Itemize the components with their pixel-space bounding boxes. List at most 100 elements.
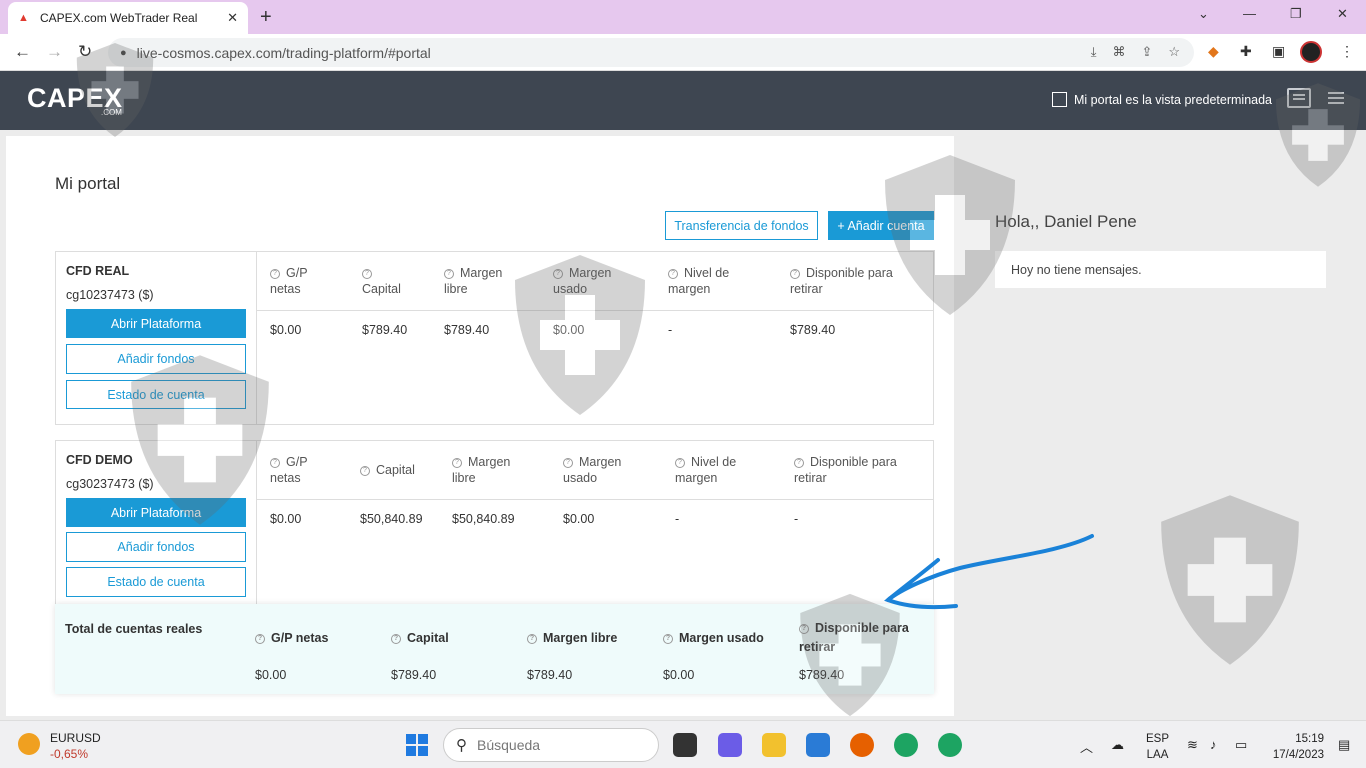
language-indicator[interactable]: ESP LAA — [1146, 731, 1169, 763]
side-panel-icon[interactable]: ▣ — [1272, 43, 1285, 60]
help-icon[interactable]: ? — [799, 624, 809, 634]
account-card-real: CFD REAL cg10237473 ($) Abrir Plataforma… — [55, 251, 934, 425]
taskbar-search[interactable]: ⚲ Búsqueda — [443, 728, 659, 762]
default-view-checkbox[interactable]: Mi portal es la vista predeterminada — [1052, 92, 1272, 107]
open-platform-button[interactable]: Abrir Plataforma — [66, 309, 246, 338]
help-icon[interactable]: ? — [444, 269, 454, 279]
forward-button[interactable]: → — [46, 42, 63, 62]
totals-value-capital: $789.40 — [391, 668, 437, 682]
add-funds-button[interactable]: Añadir fondos — [66, 532, 246, 562]
reload-button[interactable]: ↻ — [78, 42, 92, 62]
windows-taskbar: EURUSD -0,65% ⚲ Búsqueda ︿ ☁ ESP LAA ≋ ♪ … — [0, 720, 1366, 768]
extensions-puzzle-icon[interactable]: ✚ — [1240, 43, 1252, 60]
account-statement-button[interactable]: Estado de cuenta — [66, 380, 246, 409]
tray-overflow-icon[interactable]: ︿ — [1080, 737, 1093, 756]
tab-search-icon[interactable]: ⌄ — [1198, 6, 1209, 22]
install-app-icon[interactable]: ⤓ — [1091, 44, 1097, 60]
totals-header-capital: ? Capital — [391, 629, 449, 648]
restore-window-button[interactable]: ❐ — [1290, 6, 1302, 22]
help-icon[interactable]: ? — [794, 458, 804, 468]
totals-header-withdrawable: ? Disponible para retirar — [799, 621, 909, 654]
task-view-icon[interactable] — [673, 733, 697, 757]
address-bar[interactable]: ● live-cosmos.capex.com/trading-platform… — [108, 38, 1194, 67]
help-icon[interactable]: ? — [360, 466, 370, 476]
translate-icon[interactable]: ⌘ — [1112, 44, 1125, 60]
value-withdrawable: $789.40 — [790, 323, 836, 337]
close-window-button[interactable]: ✕ — [1337, 6, 1348, 22]
col-header-withdrawable: ? Disponible para retirar — [790, 266, 893, 296]
account-name: CFD REAL — [66, 264, 130, 278]
add-funds-button[interactable]: Añadir fondos — [66, 344, 246, 374]
col-header-gp: ? G/P netas — [270, 266, 308, 296]
help-icon[interactable]: ? — [270, 269, 280, 279]
back-button[interactable]: ← — [14, 42, 31, 62]
col-header-gp: ? G/P netas — [270, 455, 308, 485]
browser-tab[interactable]: ▲ CAPEX.com WebTrader Real ✕ — [8, 2, 248, 34]
help-icon[interactable]: ? — [270, 458, 280, 468]
tab-title: CAPEX.com WebTrader Real — [40, 11, 198, 25]
checkbox-box[interactable] — [1052, 92, 1067, 107]
account-statement-button[interactable]: Estado de cuenta — [66, 567, 246, 597]
help-icon[interactable]: ? — [391, 634, 401, 644]
totals-value-free-margin: $789.40 — [527, 668, 573, 682]
help-icon[interactable]: ? — [663, 634, 673, 644]
file-explorer-icon[interactable] — [762, 733, 786, 757]
add-account-button[interactable]: + Añadir cuenta — [828, 211, 934, 240]
browser-menu-icon[interactable]: ⋮ — [1340, 43, 1354, 60]
page-title: Mi portal — [55, 174, 121, 193]
account-metrics-header: ? G/P netas ? Capital ? Margen libre ? Marge… — [257, 441, 934, 500]
user-greeting: Hola,, Daniel Pene — [995, 212, 1137, 231]
value-gp: $0.00 — [270, 512, 302, 526]
open-platform-button[interactable]: Abrir Plataforma — [66, 498, 246, 527]
account-metrics-header: ? G/P netas ? Capital ? Margen libre ? Marge… — [257, 252, 934, 311]
totals-header-gp: ? G/P netas — [255, 629, 328, 648]
battery-icon[interactable]: ▭ — [1235, 737, 1247, 753]
value-margin-level: - — [675, 512, 680, 526]
help-icon[interactable]: ? — [675, 458, 685, 468]
help-icon[interactable]: ? — [362, 269, 372, 279]
col-header-margin-level: ? Nivel de margen — [668, 266, 730, 296]
new-tab-button[interactable]: + — [260, 6, 272, 29]
cloud-icon[interactable]: ☁ — [1111, 737, 1124, 753]
value-capital: $789.40 — [362, 323, 408, 337]
minimize-window-button[interactable]: — — [1243, 6, 1256, 21]
teams-icon[interactable] — [718, 733, 742, 757]
help-icon[interactable]: ? — [527, 634, 537, 644]
transfer-funds-button[interactable]: Transferencia de fondos — [665, 211, 818, 240]
app-header: CAPEX .COM Mi portal es la vista predete… — [0, 71, 1366, 130]
totals-header-free-margin: ? Margen libre — [527, 629, 617, 648]
share-icon[interactable]: ⇪ — [1141, 44, 1152, 60]
account-summary: CFD DEMO cg30237473 ($) Abrir Plataforma… — [56, 441, 257, 609]
bookmark-star-icon[interactable]: ☆ — [1168, 44, 1180, 60]
notifications-icon[interactable]: ▤ — [1338, 737, 1350, 753]
help-icon[interactable]: ? — [553, 269, 563, 279]
col-header-capital: ? Capital — [362, 269, 401, 296]
help-icon[interactable]: ? — [563, 458, 573, 468]
menu-hamburger-icon[interactable] — [1328, 92, 1344, 104]
profile-avatar[interactable] — [1300, 41, 1322, 63]
watermark-shield-icon — [1161, 495, 1299, 665]
messages-icon[interactable] — [1287, 88, 1311, 108]
chrome-profile-icon[interactable] — [938, 733, 962, 757]
weather-widget-icon[interactable] — [18, 733, 40, 755]
search-placeholder: Búsqueda — [477, 737, 541, 753]
close-tab-icon[interactable]: ✕ — [227, 10, 238, 26]
help-icon[interactable]: ? — [452, 458, 462, 468]
ticker-name[interactable]: EURUSD — [50, 731, 101, 745]
account-id: cg10237473 ($) — [66, 288, 154, 302]
start-button-icon[interactable] — [406, 734, 428, 756]
chrome-icon[interactable] — [894, 733, 918, 757]
store-icon[interactable] — [806, 733, 830, 757]
volume-icon[interactable]: ♪ — [1210, 737, 1217, 752]
help-icon[interactable]: ? — [668, 269, 678, 279]
metamask-extension-icon[interactable]: ◆ — [1208, 43, 1219, 60]
account-card-demo: CFD DEMO cg30237473 ($) Abrir Plataforma… — [55, 440, 934, 610]
firefox-icon[interactable] — [850, 733, 874, 757]
capex-logo-sub: .COM — [101, 108, 122, 117]
capex-favicon-icon: ▲ — [18, 12, 29, 24]
totals-value-gp: $0.00 — [255, 668, 287, 682]
help-icon[interactable]: ? — [255, 634, 265, 644]
system-clock[interactable]: 15:19 17/4/2023 — [1266, 731, 1324, 763]
wifi-icon[interactable]: ≋ — [1187, 737, 1198, 753]
help-icon[interactable]: ? — [790, 269, 800, 279]
